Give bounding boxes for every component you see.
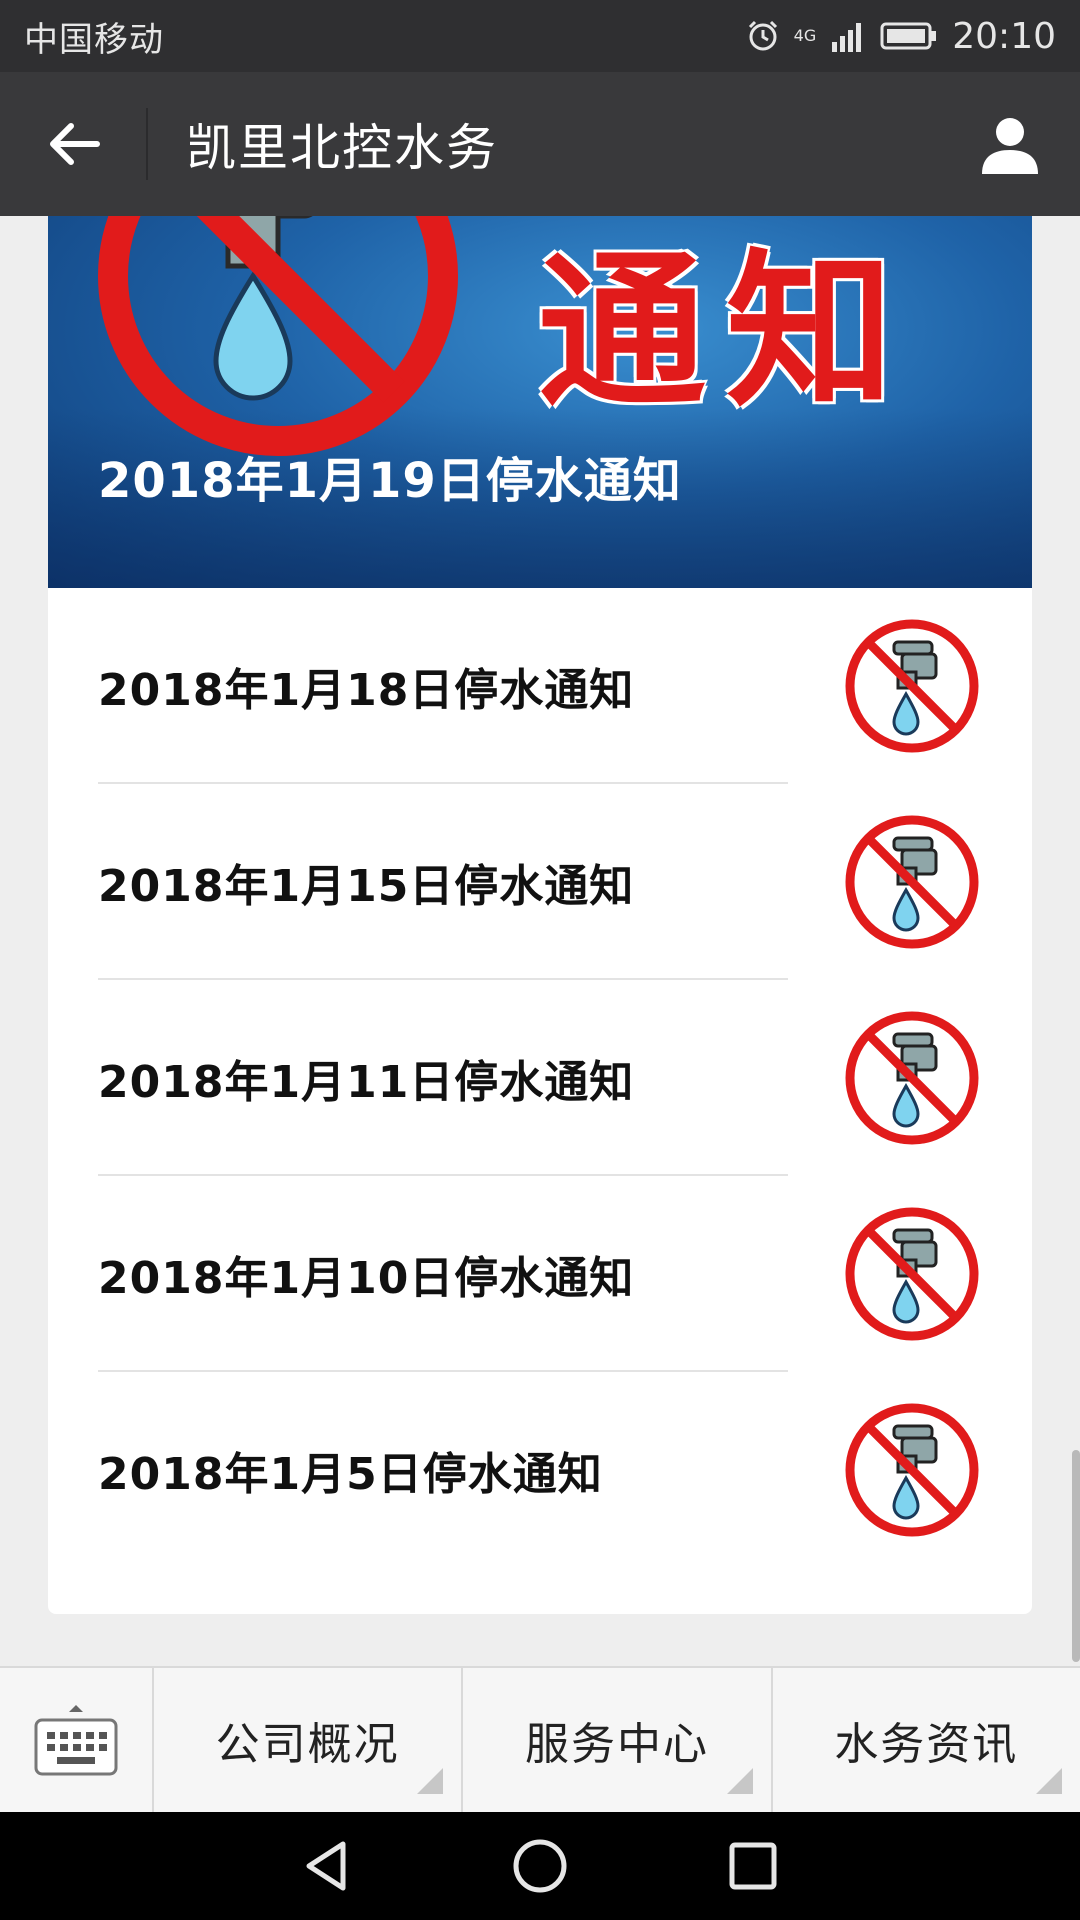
menu-company-overview[interactable]: 公司概况 [154, 1668, 464, 1812]
menu-water-news[interactable]: 水务资讯 [773, 1668, 1080, 1812]
featured-notice-title: 2018年1月19日停水通知 [98, 453, 682, 509]
keyboard-icon [34, 1705, 118, 1776]
menu-label: 公司概况 [215, 1719, 400, 1770]
featured-notice-banner[interactable]: 通知 2018年1月19日停水通知 [48, 216, 1032, 588]
network-type: 4G [793, 26, 817, 45]
notice-card: 通知 2018年1月19日停水通知 2018年1月18日停水通知 2018年1月… [48, 216, 1032, 1614]
list-item[interactable]: 2018年1月5日停水通知 [48, 1372, 1032, 1568]
list-item[interactable]: 2018年1月10日停水通知 [48, 1176, 1032, 1372]
system-back-button[interactable] [287, 1826, 367, 1906]
submenu-indicator-icon [726, 1768, 753, 1794]
submenu-indicator-icon [417, 1768, 444, 1794]
list-item[interactable]: 2018年1月18日停水通知 [48, 588, 1032, 784]
status-time: 20:10 [952, 15, 1056, 57]
triangle-back-icon [306, 1841, 346, 1891]
notice-title: 2018年1月5日停水通知 [98, 1449, 603, 1500]
notice-title: 2018年1月15日停水通知 [98, 861, 635, 912]
nav-bar: 凯里北控水务 [0, 72, 1080, 216]
no-water-faucet-icon [845, 619, 979, 753]
menu-label: 水务资讯 [834, 1719, 1019, 1770]
signal-icon [830, 20, 866, 52]
no-water-faucet-icon [845, 1403, 979, 1537]
carrier-name: 中国移动 [24, 19, 164, 60]
bottom-menu: 公司概况 服务中心 水务资讯 [0, 1666, 1080, 1812]
status-icons: 4G 20:10 [746, 16, 1056, 57]
banner-headline: 通知 [538, 232, 914, 430]
no-water-faucet-icon [845, 1011, 979, 1145]
notice-title: 2018年1月10日停水通知 [98, 1253, 635, 1304]
no-water-faucet-icon [88, 216, 468, 470]
list-item[interactable]: 2018年1月11日停水通知 [48, 980, 1032, 1176]
arrow-left-icon [50, 123, 100, 165]
battery-icon [880, 21, 938, 51]
content-area[interactable]: 通知 2018年1月19日停水通知 2018年1月18日停水通知 2018年1月… [0, 216, 1080, 1666]
no-water-faucet-icon [845, 815, 979, 949]
system-navigation-bar [0, 1812, 1080, 1920]
list-item[interactable]: 2018年1月15日停水通知 [48, 784, 1032, 980]
menu-service-center[interactable]: 服务中心 [463, 1668, 773, 1812]
square-recent-icon [729, 1842, 777, 1890]
scrollbar[interactable] [1072, 1450, 1080, 1662]
circle-home-icon [513, 1839, 567, 1893]
status-bar: 中国移动 4G 20:10 [0, 0, 1080, 72]
menu-label: 服务中心 [524, 1719, 709, 1770]
system-home-button[interactable] [500, 1826, 580, 1906]
keyboard-toggle-button[interactable] [0, 1668, 154, 1812]
person-icon [982, 118, 1038, 174]
page-title: 凯里北控水务 [186, 119, 498, 177]
submenu-indicator-icon [1035, 1768, 1062, 1794]
system-recent-button[interactable] [713, 1826, 793, 1906]
no-water-faucet-icon [845, 1207, 979, 1341]
back-button[interactable] [0, 72, 146, 216]
profile-button[interactable] [940, 72, 1080, 216]
notice-title: 2018年1月11日停水通知 [98, 1057, 635, 1108]
alarm-icon [746, 19, 780, 53]
notice-title: 2018年1月18日停水通知 [98, 665, 635, 716]
